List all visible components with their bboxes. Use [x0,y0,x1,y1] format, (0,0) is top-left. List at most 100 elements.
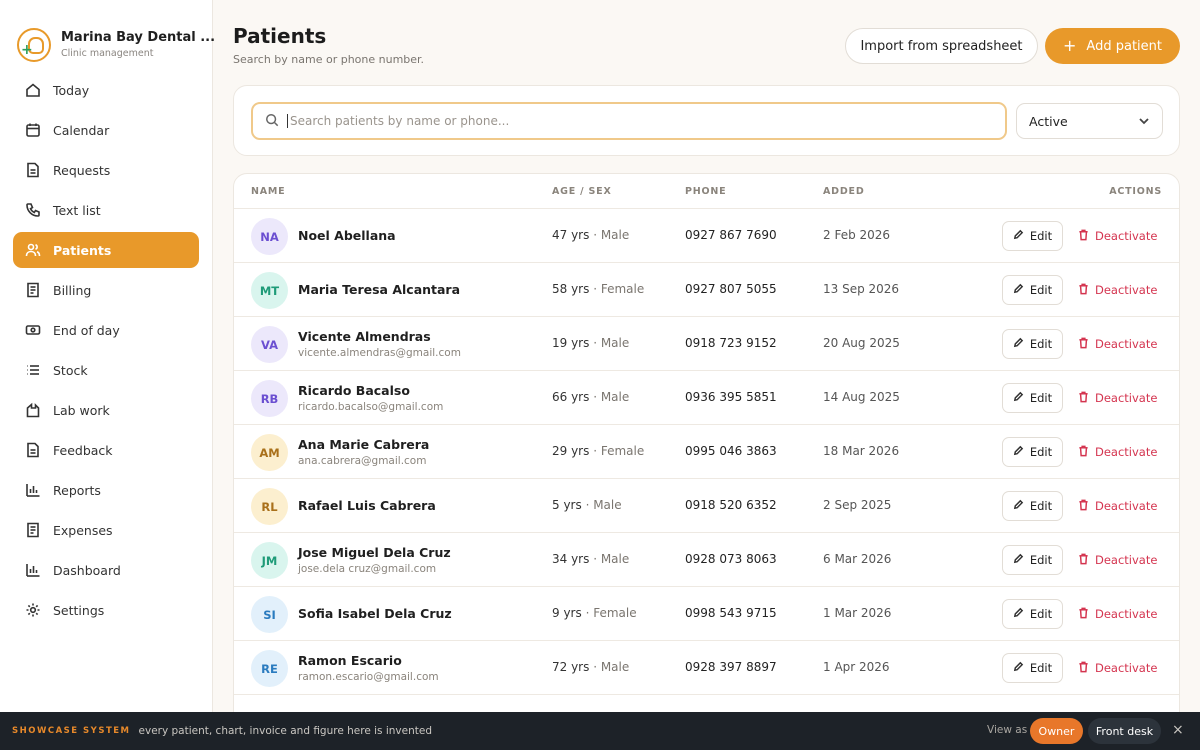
sidebar-item-text-list[interactable]: Text list [13,192,199,228]
table-row[interactable]: RE Ramon Escario ramon.escario@gmail.com… [234,641,1179,695]
sidebar-item-reports[interactable]: Reports [13,472,199,508]
document-icon [25,162,41,178]
edit-button[interactable]: Edit [1002,221,1063,251]
edit-label: Edit [1029,445,1053,459]
deactivate-button[interactable]: Deactivate [1078,275,1157,305]
sidebar-item-patients[interactable]: Patients [13,232,199,268]
sidebar-item-label: Settings [53,602,105,618]
status-filter-value: Active [1029,113,1068,129]
sidebar-item-today[interactable]: Today [13,72,199,108]
edit-button[interactable]: Edit [1002,491,1063,521]
deactivate-button[interactable]: Deactivate [1078,653,1157,683]
patient-age: 66 yrs [552,390,590,404]
table-row[interactable]: VA Vicente Almendras vicente.almendras@g… [234,317,1179,371]
patient-name[interactable]: Jose Miguel Dela Cruz [298,545,451,560]
avatar: JM [251,542,288,579]
patient-name[interactable]: Maria Teresa Alcantara [298,282,460,297]
edit-button[interactable]: Edit [1002,329,1063,359]
table-row[interactable]: AM Ana Marie Cabrera ana.cabrera@gmail.c… [234,425,1179,479]
receipt-icon [25,522,41,538]
view-as-front-desk-button[interactable]: Front desk [1088,718,1161,744]
table-row[interactable]: SI Sofia Isabel Dela Cruz 9 yrs · Female… [234,587,1179,641]
patient-name[interactable]: Rafael Luis Cabrera [298,498,436,513]
add-patient-label: Add patient [1086,38,1162,54]
deactivate-label: Deactivate [1095,229,1158,243]
pencil-icon [1013,391,1030,405]
patient-age: 5 yrs [552,498,582,512]
status-filter-select[interactable]: Active [1016,103,1163,139]
patient-name[interactable]: Ramon Escario [298,653,402,668]
table-body: NA Noel Abellana 47 yrs · Male 0927 867 … [234,209,1179,695]
patient-phone: 0918 520 6352 [685,498,777,512]
patient-age: 72 yrs [552,660,590,674]
sidebar-item-billing[interactable]: Billing [13,272,199,308]
edit-button[interactable]: Edit [1002,383,1063,413]
search-box[interactable] [251,102,1007,140]
edit-button[interactable]: Edit [1002,437,1063,467]
add-patient-button[interactable]: + Add patient [1045,28,1180,64]
table-row[interactable]: RL Rafael Luis Cabrera 5 yrs · Male 0918… [234,479,1179,533]
edit-button[interactable]: Edit [1002,599,1063,629]
sidebar-item-stock[interactable]: Stock [13,352,199,388]
edit-button[interactable]: Edit [1002,653,1063,683]
clinic-name: Marina Bay Dental ... [61,30,216,45]
table-row[interactable]: RB Ricardo Bacalso ricardo.bacalso@gmail… [234,371,1179,425]
gear-icon [25,602,41,618]
edit-button[interactable]: Edit [1002,275,1063,305]
avatar: RB [251,380,288,417]
trash-icon [1078,229,1095,244]
patient-email: ricardo.bacalso@gmail.com [298,401,444,413]
pencil-icon [1013,445,1030,459]
deactivate-button[interactable]: Deactivate [1078,437,1157,467]
deactivate-button[interactable]: Deactivate [1078,545,1157,575]
trash-icon [1078,337,1095,352]
patient-age-sex: 19 yrs · Male [552,336,630,350]
import-spreadsheet-button[interactable]: Import from spreadsheet [845,28,1038,64]
edit-button[interactable]: Edit [1002,545,1063,575]
deactivate-button[interactable]: Deactivate [1078,221,1157,251]
sidebar-item-label: Calendar [53,122,110,138]
patient-name[interactable]: Ana Marie Cabrera [298,437,429,452]
table-row[interactable]: NA Noel Abellana 47 yrs · Male 0927 867 … [234,209,1179,263]
avatar: RL [251,488,288,525]
sidebar-item-lab-work[interactable]: Lab work [13,392,199,428]
table-row[interactable]: JM Jose Miguel Dela Cruz jose.dela cruz@… [234,533,1179,587]
patient-email: vicente.almendras@gmail.com [298,347,461,359]
patient-name[interactable]: Ricardo Bacalso [298,383,410,398]
sidebar-item-expenses[interactable]: Expenses [13,512,199,548]
patient-age-sex: 9 yrs · Female [552,606,637,620]
sidebar-item-end-of-day[interactable]: End of day [13,312,199,348]
deactivate-button[interactable]: Deactivate [1078,491,1157,521]
trash-icon [1078,283,1095,298]
patient-age-sex: 66 yrs · Male [552,390,630,404]
view-as-label: View as [987,724,1028,736]
sidebar-item-calendar[interactable]: Calendar [13,112,199,148]
patient-added-date: 1 Mar 2026 [823,606,892,620]
deactivate-button[interactable]: Deactivate [1078,383,1157,413]
deactivate-label: Deactivate [1095,607,1158,621]
patient-email: ana.cabrera@gmail.com [298,455,427,467]
view-as-owner-button[interactable]: Owner [1030,718,1083,744]
sidebar-item-requests[interactable]: Requests [13,152,199,188]
deactivate-button[interactable]: Deactivate [1078,329,1157,359]
patient-age-sex: 72 yrs · Male [552,660,630,674]
close-icon[interactable]: × [1172,722,1184,738]
patient-sex: Male [600,390,630,404]
search-input[interactable] [287,114,987,128]
patient-phone: 0927 867 7690 [685,228,777,242]
sidebar-item-feedback[interactable]: Feedback [13,432,199,468]
col-header-phone: PHONE [685,186,727,197]
page-title: Patients [233,24,327,48]
patient-name[interactable]: Vicente Almendras [298,329,431,344]
sidebar-item-dashboard[interactable]: Dashboard [13,552,199,588]
patient-name[interactable]: Sofia Isabel Dela Cruz [298,606,452,621]
deactivate-button[interactable]: Deactivate [1078,599,1157,629]
sidebar-item-settings[interactable]: Settings [13,592,199,628]
table-row[interactable]: MT Maria Teresa Alcantara 58 yrs · Femal… [234,263,1179,317]
flask-icon [25,402,41,418]
col-header-actions: ACTIONS [1109,186,1162,197]
search-icon [265,112,279,131]
sidebar-item-label: End of day [53,322,120,338]
pencil-icon [1013,337,1030,351]
patient-name[interactable]: Noel Abellana [298,228,396,243]
